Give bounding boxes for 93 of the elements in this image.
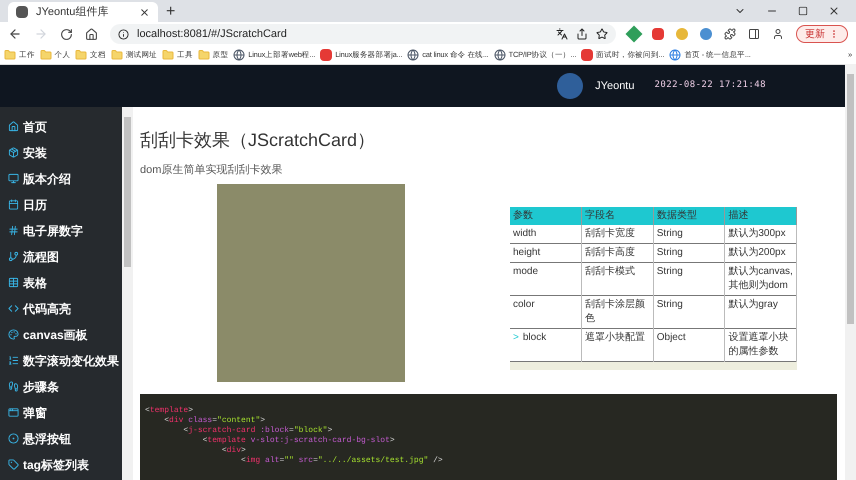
monitor-icon [8, 173, 19, 184]
code-line: <img alt="" src="../../assets/test.jpg" /> [240, 456, 444, 466]
window-icon [8, 407, 19, 418]
column-header: 参数 [510, 206, 582, 224]
code-line: <template v-slot:j-scratch-card-bg-slot> [202, 436, 396, 446]
package-icon [8, 147, 19, 158]
folder-icon [110, 49, 123, 61]
share-icon[interactable] [576, 28, 588, 40]
close-icon[interactable] [828, 5, 840, 17]
user-name: JYeontu [595, 78, 634, 94]
side-panel-icon[interactable] [748, 28, 760, 40]
table-cell: 刮刮卡模式 [582, 262, 654, 295]
code-line: <div> [220, 446, 246, 456]
table-cell: 默认为200px [724, 243, 796, 262]
sidebar-item[interactable]: 弹窗 [8, 403, 122, 422]
table-cell: String [653, 262, 725, 295]
table-cell: String [653, 295, 725, 328]
new-tab-button[interactable]: + [166, 4, 176, 20]
table-cell: 设置遮罩小块的属性参数 [724, 328, 796, 361]
table-cell: 默认为gray [724, 295, 796, 328]
code-line: <j-scratch-card :block="block"> [182, 426, 334, 436]
star-icon[interactable] [596, 28, 608, 40]
sidebar-item[interactable]: 流程图 [8, 247, 122, 266]
globe-icon [494, 49, 506, 61]
sidebar-item[interactable]: tag标签列表 [8, 455, 122, 474]
sidebar-item[interactable]: 悬浮按钮 [8, 429, 122, 448]
globe-icon [669, 49, 682, 61]
sidebar-item[interactable]: 代码高亮 [8, 299, 122, 318]
column-header: 数据类型 [653, 206, 725, 224]
globe-icon [233, 49, 246, 61]
url-text: localhost:8081/#/JScratchCard [137, 26, 288, 42]
table-cell: > block [510, 328, 582, 361]
tab-title: JYeontu组件库 [36, 4, 110, 20]
datetime: 2022-08-22 17:21:48 [654, 79, 766, 92]
table-cell: color [510, 295, 582, 328]
sidebar-item[interactable]: canvas画板 [8, 325, 122, 344]
back-icon[interactable] [8, 27, 22, 41]
table-cell: 默认为300px [724, 224, 796, 243]
globe-icon [407, 49, 420, 61]
folder-icon [40, 49, 52, 61]
reload-icon[interactable] [60, 28, 73, 40]
sidebar-item[interactable]: 表格 [8, 273, 122, 292]
table-cell: String [653, 224, 725, 243]
table-cell: 默认为canvas,其他则为dom [724, 262, 796, 295]
house-icon [8, 121, 19, 132]
sidebar-item[interactable]: 日历 [8, 195, 122, 214]
column-header: 字段名 [582, 206, 654, 224]
puzzle-icon[interactable] [724, 28, 736, 40]
sidebar-item[interactable]: 步骤条 [8, 377, 122, 396]
numbers-icon [8, 355, 19, 366]
table-cell: String [653, 243, 725, 262]
table-cell: 刮刮卡宽度 [582, 224, 654, 243]
restore-icon[interactable] [798, 6, 808, 16]
sidebar-item[interactable]: 数字滚动变化效果 [8, 351, 122, 370]
avatar [557, 73, 584, 99]
address-field[interactable]: localhost:8081/#/JScratchCard [110, 24, 616, 44]
page-description: dom原生简单实现刮刮卡效果 [140, 162, 284, 178]
number-icon [8, 225, 19, 236]
table-cell: 遮罩小块配置 [582, 328, 654, 361]
folder-icon [162, 49, 174, 61]
code-icon [8, 303, 19, 314]
calendar-icon [8, 199, 19, 210]
folder-icon [4, 49, 16, 61]
code-line: <template> [145, 406, 194, 416]
table-cell: 刮刮卡高度 [582, 243, 654, 262]
profile-icon[interactable] [772, 28, 784, 40]
tag-icon [8, 459, 19, 470]
column-header: 描述 [724, 206, 796, 224]
info-icon[interactable] [118, 28, 129, 40]
table-icon [8, 277, 19, 288]
folder-icon [198, 49, 210, 61]
branch-icon [8, 251, 19, 262]
sidebar-item[interactable]: 安装 [8, 143, 122, 162]
page-favicon-icon [16, 6, 28, 18]
circle-icon [8, 433, 19, 444]
code-line: <div class="content"> [163, 416, 266, 426]
sidebar-item[interactable]: 首页 [8, 117, 122, 136]
close-icon[interactable] [139, 6, 150, 18]
browser-tab[interactable]: JYeontu组件库 [8, 2, 158, 22]
steps-icon [8, 381, 19, 392]
folder-icon [75, 49, 88, 61]
table-cell: width [510, 224, 582, 243]
palette-icon [8, 329, 19, 340]
sidebar-item[interactable]: 电子屏数字 [8, 221, 122, 240]
table-cell: mode [510, 262, 582, 295]
table-cell: Object [653, 328, 725, 361]
home-icon[interactable] [85, 28, 98, 40]
translate-icon[interactable] [556, 28, 568, 40]
update-button[interactable]: 更新 [796, 25, 848, 43]
table-cell: height [510, 243, 582, 262]
table-cell: 刮刮卡涂层颜色 [582, 295, 654, 328]
sidebar-item[interactable]: 版本介绍 [8, 169, 122, 188]
page-title: 刮刮卡效果（JScratchCard） [140, 129, 376, 152]
